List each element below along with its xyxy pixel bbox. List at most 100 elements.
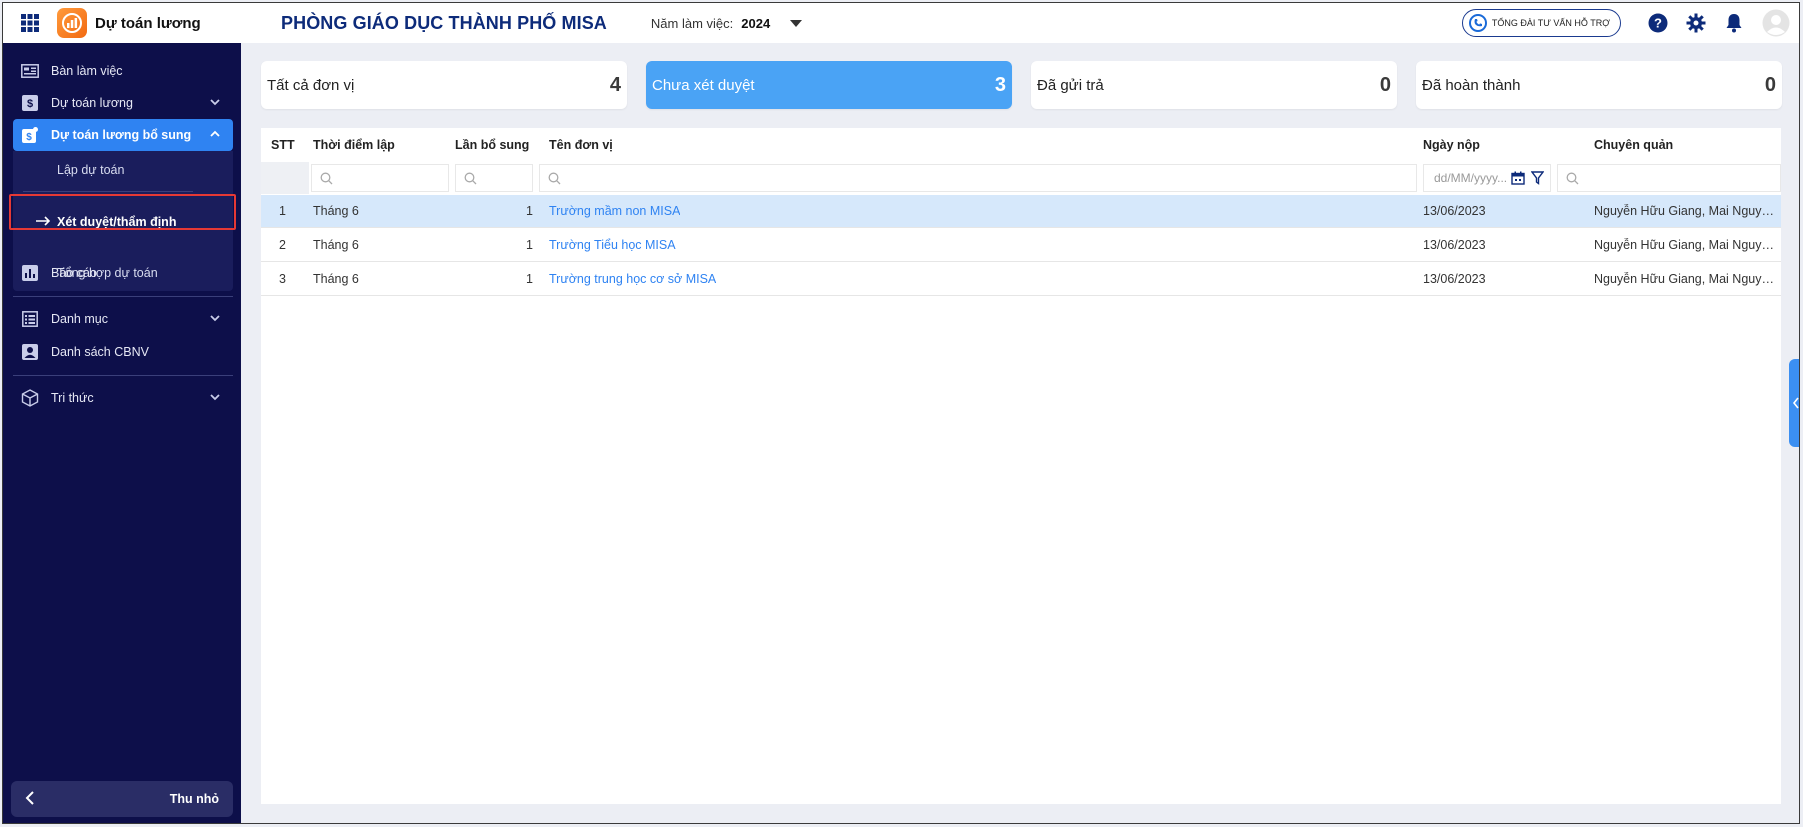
gear-icon[interactable] — [1677, 3, 1715, 43]
calendar-icon[interactable] — [1511, 171, 1525, 185]
status-card-count: 3 — [994, 73, 1006, 96]
column-header-manager[interactable]: Chuyên quản — [1594, 138, 1673, 152]
chevron-left-icon — [25, 790, 35, 808]
working-year-label: Năm làm việc: — [650, 15, 734, 31]
cell-unit-name-link[interactable]: Trường trung học cơ sở MISA — [549, 272, 716, 286]
sidebar-item-label: Danh sách CBNV — [51, 345, 149, 359]
status-card-returned[interactable]: Đã gửi trả 0 — [1031, 61, 1397, 109]
cell-stt: 3 — [279, 272, 286, 286]
collapse-sidebar-button[interactable]: Thu nhỏ — [11, 781, 233, 817]
status-card-count: 0 — [1379, 73, 1391, 96]
table-row[interactable]: 2 Tháng 6 1 Trường Tiểu học MISA 13/06/2… — [261, 229, 1781, 262]
sidebar-item-label: Bàn làm việc — [51, 64, 123, 78]
sidebar-item-label: Danh mục — [51, 312, 108, 326]
sidebar-divider — [13, 375, 233, 376]
side-panel-toggle[interactable] — [1789, 359, 1799, 447]
filter-cell-empty — [261, 162, 309, 194]
working-year-value: 2024 — [741, 15, 771, 31]
svg-text:$: $ — [26, 132, 32, 143]
filter-input-supplement-count[interactable] — [455, 164, 533, 192]
filter-input-created-time[interactable] — [311, 164, 449, 192]
chevron-up-icon — [209, 128, 221, 143]
column-header-created-time[interactable]: Thời điểm lập — [313, 138, 395, 152]
cell-supplement-count: 1 — [526, 204, 533, 218]
table-row[interactable]: 3 Tháng 6 1 Trường trung học cơ sở MISA … — [261, 263, 1781, 296]
filter-input-unit-name[interactable] — [539, 164, 1417, 192]
sidebar-item-label: Dự toán lương — [51, 96, 133, 110]
status-card-label: Đã hoàn thành — [1422, 76, 1521, 94]
top-bar: Dự toán lương PHÒNG GIÁO DỤC THÀNH PHỐ M… — [3, 3, 1799, 43]
column-header-unit-name[interactable]: Tên đơn vị — [549, 138, 613, 152]
search-icon — [548, 172, 561, 184]
chevron-down-icon — [209, 391, 221, 406]
status-card-count: 4 — [609, 73, 621, 96]
working-year-selector[interactable]: Năm làm việc: 2024 — [650, 15, 803, 31]
status-card-label: Tất cả đơn vị — [267, 76, 355, 94]
filter-row: dd/MM/yyyy... — [261, 162, 1781, 194]
cell-manager: Nguyễn Hữu Giang, Mai Nguyễ... — [1594, 204, 1774, 218]
sidebar-item-workspace[interactable]: Bàn làm việc — [13, 55, 233, 87]
help-icon[interactable]: ? — [1639, 3, 1677, 43]
cell-created-time: Tháng 6 — [313, 238, 359, 252]
status-card-not-reviewed[interactable]: Chưa xét duyệt 3 — [646, 61, 1012, 109]
cell-manager: Nguyễn Hữu Giang, Mai Nguyễ... — [1594, 272, 1774, 286]
sidebar-divider — [13, 296, 233, 297]
status-card-label: Đã gửi trả — [1037, 76, 1104, 94]
bell-icon[interactable] — [1715, 3, 1753, 43]
cell-submit-date: 13/06/2023 — [1423, 204, 1486, 218]
cell-submit-date: 13/06/2023 — [1423, 238, 1486, 252]
search-icon — [320, 172, 333, 184]
chevron-down-icon — [209, 96, 221, 111]
dashboard-icon — [21, 62, 39, 80]
sidebar-item-catalog[interactable]: Danh mục — [13, 303, 233, 335]
table-header: STT Thời điểm lập Lần bổ sung Tên đơn vị… — [261, 128, 1781, 162]
sidebar-item-label: Tri thức — [51, 391, 94, 405]
cell-created-time: Tháng 6 — [313, 272, 359, 286]
person-card-icon — [21, 343, 39, 361]
cell-stt: 1 — [279, 204, 286, 218]
cell-unit-name-link[interactable]: Trường Tiểu học MISA — [549, 238, 676, 252]
sidebar-item-additional-salary-estimate[interactable]: $ Dự toán lương bổ sung — [13, 119, 233, 151]
app-name: Dự toán lương — [95, 14, 201, 32]
app-window: Dự toán lương PHÒNG GIÁO DỤC THÀNH PHỐ M… — [2, 2, 1800, 824]
filter-input-manager[interactable] — [1557, 164, 1781, 192]
sidebar-item-staff-list[interactable]: Danh sách CBNV — [13, 336, 233, 368]
svg-text:?: ? — [1654, 16, 1662, 31]
money-plus-icon: $ — [21, 126, 39, 144]
column-header-supplement-count[interactable]: Lần bổ sung — [455, 138, 529, 152]
filter-icon[interactable] — [1531, 171, 1544, 185]
sidebar-item-salary-estimate[interactable]: $ Dự toán lương — [13, 87, 233, 119]
sidebar-item-reports[interactable]: Báo cáo — [13, 257, 233, 289]
status-card-all-units[interactable]: Tất cả đơn vị 4 — [261, 61, 627, 109]
status-card-count: 0 — [1764, 73, 1776, 96]
list-icon — [21, 310, 39, 328]
data-table: STT Thời điểm lập Lần bổ sung Tên đơn vị… — [261, 128, 1781, 804]
cell-unit-name-link[interactable]: Trường mầm non MISA — [549, 204, 680, 218]
status-card-completed[interactable]: Đã hoàn thành 0 — [1416, 61, 1782, 109]
sidebar-item-knowledge[interactable]: Tri thức — [13, 382, 233, 414]
bar-chart-icon — [21, 264, 39, 282]
chevron-down-icon — [209, 312, 221, 327]
caret-down-icon[interactable] — [790, 19, 803, 27]
column-header-stt[interactable]: STT — [271, 138, 295, 152]
app-grid-icon[interactable] — [3, 3, 57, 43]
cell-created-time: Tháng 6 — [313, 204, 359, 218]
date-placeholder: dd/MM/yyyy... — [1434, 171, 1508, 185]
chevron-left-icon — [1792, 397, 1799, 409]
support-hotline-button[interactable]: TỔNG ĐÀI TƯ VẤN HỖ TRỢ — [1461, 9, 1621, 37]
cell-submit-date: 13/06/2023 — [1423, 272, 1486, 286]
app-logo-icon — [57, 8, 87, 38]
cell-supplement-count: 1 — [526, 238, 533, 252]
sidebar-subitem-create-estimate[interactable]: Lập dự toán — [13, 153, 233, 187]
submenu-divider — [23, 191, 193, 192]
column-header-submit-date[interactable]: Ngày nộp — [1423, 138, 1480, 152]
sidebar-item-label: Dự toán lương bổ sung — [51, 128, 192, 142]
sidebar-item-label: Báo cáo — [51, 266, 97, 280]
avatar[interactable] — [1753, 3, 1799, 43]
svg-text:$: $ — [27, 98, 33, 110]
cell-manager: Nguyễn Hữu Giang, Mai Nguyễ... — [1594, 238, 1774, 252]
filter-input-submit-date[interactable]: dd/MM/yyyy... — [1423, 164, 1551, 192]
search-icon — [464, 172, 477, 184]
table-row[interactable]: 1 Tháng 6 1 Trường mầm non MISA 13/06/20… — [261, 195, 1781, 228]
money-icon: $ — [21, 94, 39, 112]
